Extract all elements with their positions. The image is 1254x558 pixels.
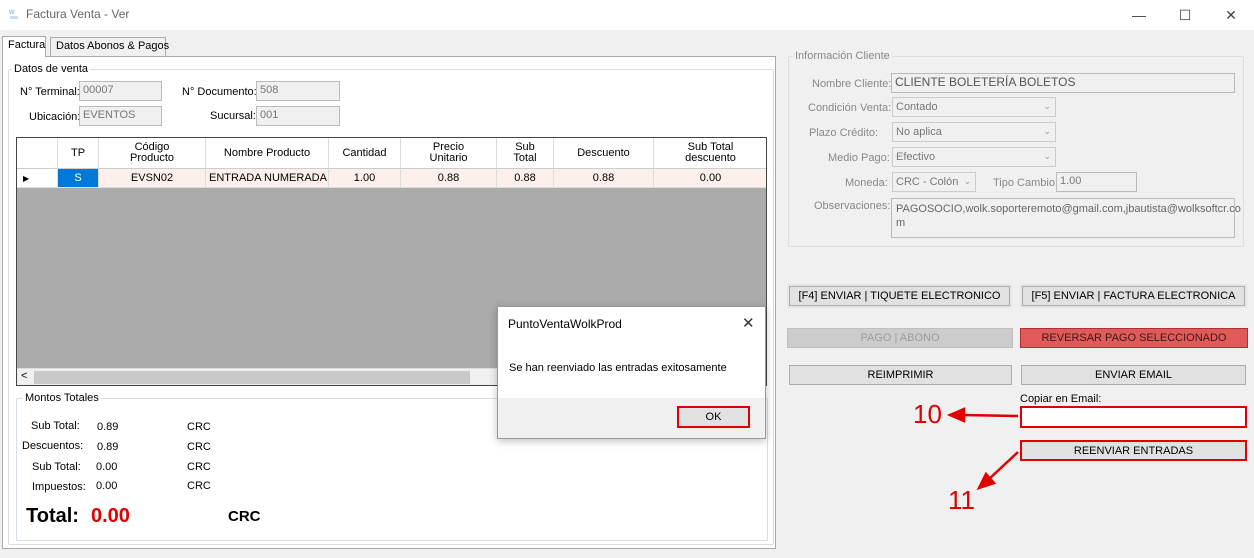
title-bar: W Factura Venta - Ver — ☐ ✕	[0, 0, 1254, 30]
grid-corner	[17, 138, 58, 169]
documento-label: N° Documento:	[182, 86, 257, 98]
dialog-footer: OK	[498, 398, 765, 438]
total-label: Total:	[26, 505, 79, 527]
cell-nombre[interactable]: ENTRADA NUMERADA	[206, 169, 329, 188]
cell-subtotal-descuento[interactable]: 0.00	[654, 169, 766, 188]
plazo-credito-select[interactable]: No aplica ⌄	[892, 122, 1056, 142]
observaciones-label: Observaciones:	[814, 200, 891, 212]
col-header-precio[interactable]: Precio Unitario	[401, 138, 497, 169]
copiar-email-label: Copiar en Email:	[1020, 393, 1102, 405]
descuentos-label: Descuentos:	[22, 440, 84, 452]
total-currency: CRC	[228, 508, 261, 525]
impuestos-label: Impuestos:	[32, 481, 86, 493]
datos-venta-title: Datos de venta	[12, 63, 90, 75]
dialog-title: PuntoVentaWolkProd	[508, 317, 622, 331]
tipo-cambio-label: Tipo Cambio:	[993, 177, 1059, 189]
reimprimir-button[interactable]: REIMPRIMIR	[789, 365, 1012, 385]
tab-factura[interactable]: Factura	[2, 36, 46, 57]
copiar-email-input[interactable]	[1020, 406, 1247, 428]
chevron-down-icon: ⌄	[1043, 101, 1051, 111]
nombre-cliente-label: Nombre Cliente:	[812, 78, 892, 90]
grid-header: TP Código Producto Nombre Producto Canti…	[17, 138, 766, 169]
minimize-button[interactable]: —	[1116, 0, 1162, 30]
enviar-email-button[interactable]: ENVIAR EMAIL	[1021, 365, 1246, 385]
cell-codigo[interactable]: EVSN02	[99, 169, 206, 188]
terminal-field[interactable]: 00007	[79, 81, 162, 101]
cell-cantidad[interactable]: 1.00	[329, 169, 401, 188]
info-cliente-title: Información Cliente	[793, 50, 892, 62]
annotation-10: 10	[913, 399, 942, 429]
ubicacion-field[interactable]: EVENTOS	[79, 106, 162, 126]
col-header-nombre[interactable]: Nombre Producto	[206, 138, 329, 169]
chevron-down-icon: ⌄	[1043, 126, 1051, 136]
condicion-venta-label: Condición Venta:	[808, 102, 892, 114]
moneda-label: Moneda:	[845, 177, 888, 189]
sucursal-label: Sucursal:	[210, 110, 256, 122]
maximize-button[interactable]: ☐	[1162, 0, 1208, 30]
documento-field[interactable]: 508	[256, 81, 340, 101]
enviar-tiquete-button[interactable]: [F4] ENVIAR | TIQUETE ELECTRONICO	[787, 284, 1012, 308]
subtotal-currency: CRC	[187, 421, 211, 433]
col-header-descuento[interactable]: Descuento	[554, 138, 654, 169]
descuentos-currency: CRC	[187, 441, 211, 453]
subtotal-value: 0.89	[97, 421, 119, 433]
cell-descuento[interactable]: 0.88	[554, 169, 654, 188]
ubicacion-label: Ubicación:	[29, 111, 81, 123]
chevron-down-icon: ⌄	[963, 176, 971, 186]
plazo-credito-label: Plazo Crédito:	[809, 127, 879, 139]
enviar-factura-button[interactable]: [F5] ENVIAR | FACTURA ELECTRONICA	[1020, 284, 1247, 308]
window-title: Factura Venta - Ver	[26, 7, 130, 21]
montos-totales-title: Montos Totales	[23, 392, 101, 404]
col-header-subtotal-descuento[interactable]: Sub Total descuento	[654, 138, 766, 169]
impuestos-currency: CRC	[187, 480, 211, 492]
chevron-down-icon: ⌄	[1043, 151, 1051, 161]
annotation-11: 11	[948, 485, 975, 515]
col-header-tp[interactable]: TP	[58, 138, 99, 169]
terminal-label: N° Terminal:	[20, 86, 80, 98]
reenviar-entradas-button[interactable]: REENVIAR ENTRADAS	[1020, 440, 1247, 461]
dialog-close-icon[interactable]: ✕	[742, 314, 755, 332]
app-icon: W	[9, 10, 18, 19]
scroll-left-icon[interactable]: <	[21, 370, 27, 382]
moneda-select[interactable]: CRC - Colón ⌄	[892, 172, 976, 192]
subtotal-label: Sub Total:	[31, 420, 80, 432]
sucursal-field[interactable]: 001	[256, 106, 340, 126]
tab-datos-abonos-pagos[interactable]: Datos Abonos & Pagos	[50, 37, 169, 56]
cell-subtotal[interactable]: 0.88	[497, 169, 554, 188]
impuestos-value: 0.00	[96, 480, 118, 492]
total-value: 0.00	[91, 505, 130, 527]
subtotal2-value: 0.00	[96, 461, 118, 473]
scroll-thumb[interactable]	[34, 371, 470, 384]
pago-abono-button[interactable]: PAGO | ABONO	[787, 328, 1013, 348]
dialog-ok-button[interactable]: OK	[677, 406, 750, 428]
dialog-message: Se han reenviado las entradas exitosamen…	[509, 362, 727, 374]
table-row[interactable]: ▶ S EVSN02 ENTRADA NUMERADA 1.00 0.88 0.…	[17, 169, 766, 188]
subtotal2-label: Sub Total:	[32, 461, 81, 473]
descuentos-value: 0.89	[97, 441, 119, 453]
cell-precio[interactable]: 0.88	[401, 169, 497, 188]
col-header-cantidad[interactable]: Cantidad	[329, 138, 401, 169]
cell-tp[interactable]: S	[58, 169, 99, 188]
tipo-cambio-field[interactable]: 1.00	[1056, 172, 1137, 192]
col-header-subtotal[interactable]: Sub Total	[497, 138, 554, 169]
medio-pago-label: Medio Pago:	[828, 152, 890, 164]
svg-text:W: W	[9, 10, 15, 16]
subtotal2-currency: CRC	[187, 461, 211, 473]
observaciones-field[interactable]: PAGOSOCIO,wolk.soporteremoto@gmail.com,j…	[891, 198, 1241, 238]
reversar-pago-button[interactable]: REVERSAR PAGO SELECCIONADO	[1020, 328, 1248, 348]
condicion-venta-select[interactable]: Contado ⌄	[892, 97, 1056, 117]
medio-pago-select[interactable]: Efectivo ⌄	[892, 147, 1056, 167]
close-window-button[interactable]: ✕	[1208, 0, 1254, 30]
nombre-cliente-field[interactable]: CLIENTE BOLETERÍA BOLETOS	[891, 73, 1235, 93]
row-indicator-icon: ▶	[17, 169, 58, 188]
message-dialog: PuntoVentaWolkProd ✕ Se han reenviado la…	[497, 306, 766, 439]
col-header-codigo[interactable]: Código Producto	[99, 138, 206, 169]
